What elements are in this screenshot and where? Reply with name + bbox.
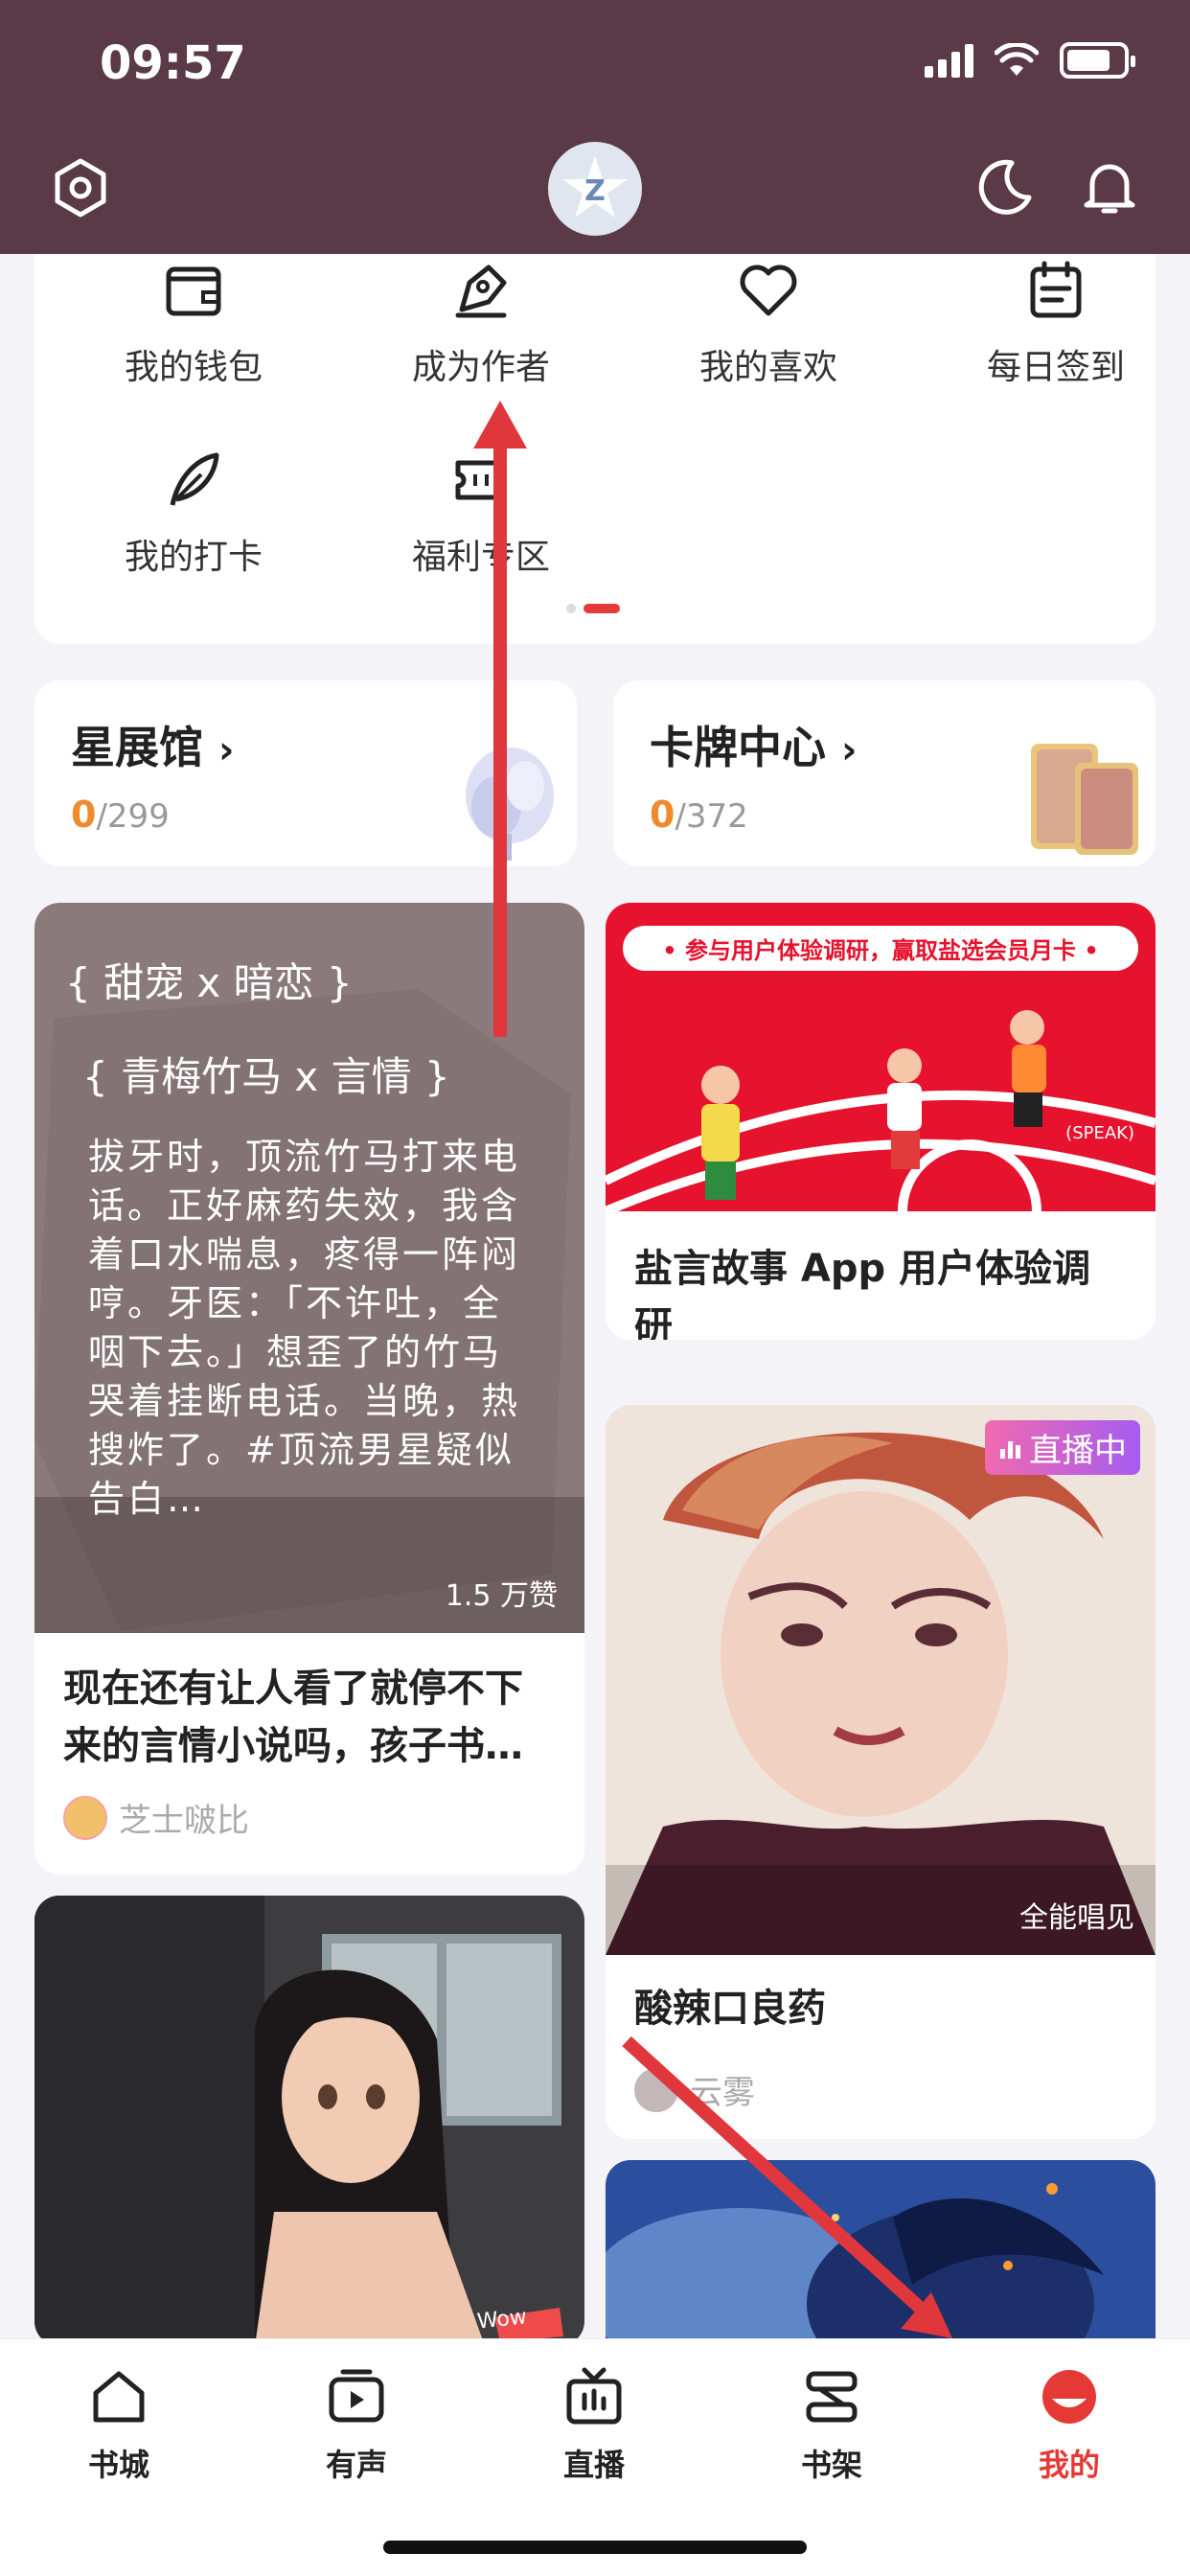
pen-icon [455,264,507,318]
chevron-right-icon: › [841,728,858,772]
author-row[interactable]: 云雾 [634,2066,755,2113]
notification-button[interactable] [1075,153,1144,222]
feed-card-survey[interactable]: • 参与用户体验调研，赢取盐选会员月卡 • (SPEAK) 盐言故事 App 用… [606,903,1156,1340]
survey-banner-text: • 参与用户体验调研，赢取盐选会员月卡 • [623,926,1138,971]
author-row[interactable]: 芝士啵比 [63,1794,249,1841]
settings-icon [55,158,106,218]
feed-card-illustration[interactable]: Wow [34,1896,584,2346]
user-avatar[interactable]: Z [548,142,642,236]
bar-chart-icon [1000,1440,1020,1459]
wallet-icon [166,266,221,316]
card-center-total: /372 [675,797,748,836]
function-menu-card: 我的钱包 成为作者 我的喜欢 每日签到 我的打卡 福利专区 [34,222,1156,644]
bell-icon [1084,164,1135,214]
moon-icon [978,159,1032,215]
live-badge: 直播中 [985,1420,1140,1475]
story-cover: { 甜宠 x 暗恋 } { 青梅竹马 x 言情 } 拔牙时，顶流竹马打来电话。正… [34,903,584,1633]
wifi-icon [995,43,1039,76]
feed-card-live[interactable]: 直播中 全能唱见 酸辣口良药 云雾 [606,1405,1156,2139]
menu-item-favorites[interactable]: 我的喜欢 [625,257,912,389]
card-stack-image [1031,744,1138,855]
crystal-tree-image [466,748,554,861]
star-gallery-title: 星展馆 [71,722,203,773]
star-gallery-total: /299 [96,797,170,836]
card-center-title: 卡牌中心 [650,722,826,773]
singer-caption: 全能唱见 [1019,1901,1134,1935]
heart-icon [740,264,797,316]
story-excerpt: 拔牙时，顶流竹马打来电话。正好麻药失效，我含着口水喘息，疼得一阵闷哼。牙医：「不… [88,1136,521,1520]
feed-title: 现在还有让人看了就停不下来的言情小说吗，孩子书… [63,1667,523,1768]
story-tag-1: { 甜宠 x 暗恋 } [65,959,353,1006]
card-center-card[interactable]: 卡牌中心 › 0/372 [613,680,1156,866]
feed-card-story[interactable]: { 甜宠 x 暗恋 } { 青梅竹马 x 言情 } 拔牙时，顶流竹马打来电话。正… [34,903,584,1874]
tab-bookshelf[interactable]: 书架 [755,2358,908,2485]
profile-face-icon [1042,2370,1096,2424]
top-header: 09:57 Z [0,0,1190,254]
speak-caption: (SPEAK) [1065,1123,1134,1143]
author-name: 云雾 [690,2074,755,2112]
chevron-right-icon: › [218,728,235,772]
live-badge-label: 直播中 [1029,1432,1127,1470]
feed-title: 盐言故事 App 用户体验调研 [634,1247,1091,1340]
singer-portrait-image [606,1405,1156,1955]
status-icons [925,42,1135,79]
bookshelf-icon [806,2371,858,2423]
home-indicator [383,2541,807,2554]
signal-icon [925,43,973,78]
menu-item-wallet[interactable]: 我的钱包 [50,257,337,389]
feather-icon [170,452,219,506]
avatar-logo-icon: Z [562,156,628,218]
star-gallery-card[interactable]: 星展馆 › 0/299 [34,680,577,866]
tv-icon [566,2367,622,2425]
feed-title: 酸辣口良药 [634,1987,826,2031]
tab-audio[interactable]: 有声 [280,2358,433,2485]
author-avatar [634,2067,678,2112]
menu-item-become-author[interactable]: 成为作者 [337,257,625,389]
battery-icon [1060,42,1135,79]
home-icon [93,2371,145,2423]
night-mode-button[interactable] [970,153,1039,222]
tab-mine[interactable]: 我的 [993,2358,1146,2485]
ticket-icon [455,460,507,500]
star-gallery-count: 0 [71,794,97,836]
card-center-count: 0 [650,794,675,836]
menu-item-welfare[interactable]: 福利专区 [337,447,625,579]
play-video-icon [329,2369,384,2423]
tab-live[interactable]: 直播 [517,2358,671,2485]
menu-item-daily-checkin[interactable]: 每日签到 [912,257,1190,389]
author-name: 芝士啵比 [119,1802,249,1840]
like-count: 1.5 万赞 [445,1579,558,1613]
tab-bookstore[interactable]: 书城 [42,2358,195,2485]
svg-text:Z: Z [584,174,606,208]
author-avatar [63,1795,107,1840]
status-time: 09:57 [100,36,246,90]
anime-girl-image [34,1896,584,2346]
settings-button[interactable] [46,153,115,222]
page-indicator [566,604,620,613]
calendar-icon [1030,261,1082,318]
menu-item-my-checkin[interactable]: 我的打卡 [50,447,337,579]
story-tag-2: { 青梅竹马 x 言情 } [82,1053,450,1100]
bottom-tab-bar: 书城 有声 直播 书架 我的 [0,2338,1190,2576]
